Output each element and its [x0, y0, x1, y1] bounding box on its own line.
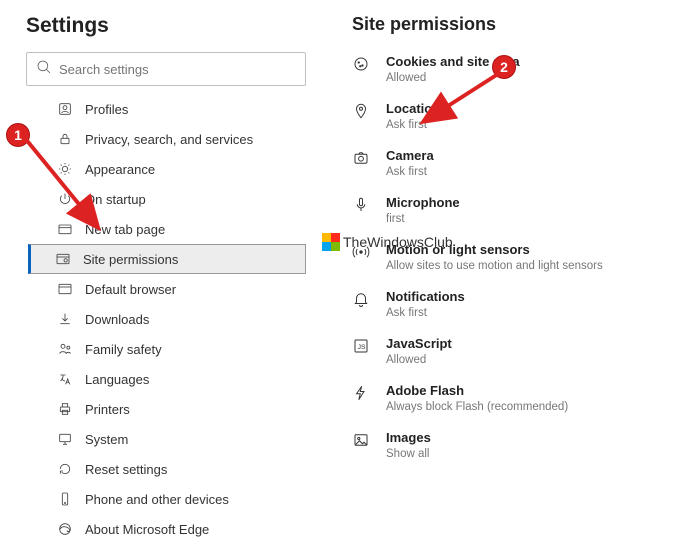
download-icon: [57, 311, 73, 327]
sidebar-item-label: New tab page: [85, 222, 165, 237]
browser-icon: [57, 281, 73, 297]
search-icon: [35, 58, 59, 81]
sidebar-item-label: Languages: [85, 372, 149, 387]
sidebar-item-label: Profiles: [85, 102, 128, 117]
cookie-icon: [352, 55, 370, 73]
annotation-badge-2: 2: [492, 55, 516, 79]
search-input[interactable]: [59, 62, 297, 77]
perm-location[interactable]: LocationAsk first: [352, 100, 688, 133]
edge-icon: [57, 521, 73, 537]
sidebar-item-label: About Microsoft Edge: [85, 522, 209, 537]
perm-sub: Ask first: [386, 306, 465, 321]
perm-sub: Always block Flash (recommended): [386, 400, 568, 415]
perm-sub: Ask first: [386, 165, 434, 180]
sidebar-item-label: Phone and other devices: [85, 492, 229, 507]
bell-icon: [352, 290, 370, 308]
perm-name: Microphone: [386, 194, 460, 211]
perm-name: Location: [386, 100, 440, 117]
printer-icon: [57, 401, 73, 417]
sidebar-item-downloads[interactable]: Downloads: [28, 304, 306, 334]
sidebar-item-new-tab-page[interactable]: New tab page: [28, 214, 306, 244]
sidebar-item-site-permissions[interactable]: Site permissions: [28, 244, 306, 274]
sidebar-item-about-edge[interactable]: About Microsoft Edge: [28, 514, 306, 544]
sidebar-item-phone-devices[interactable]: Phone and other devices: [28, 484, 306, 514]
sidebar-item-label: Family safety: [85, 342, 162, 357]
perm-images[interactable]: ImagesShow all: [352, 429, 688, 462]
perm-notifications[interactable]: NotificationsAsk first: [352, 288, 688, 321]
image-icon: [352, 431, 370, 449]
perm-name: Adobe Flash: [386, 382, 568, 399]
sidebar-item-label: Site permissions: [83, 252, 178, 267]
sidebar-item-family-safety[interactable]: Family safety: [28, 334, 306, 364]
perm-name: JavaScript: [386, 335, 452, 352]
sidebar-item-on-startup[interactable]: On startup: [28, 184, 306, 214]
perm-microphone[interactable]: Microphonefirst: [352, 194, 688, 227]
perm-sub: Allow sites to use motion and light sens…: [386, 259, 603, 274]
sidebar-item-label: Reset settings: [85, 462, 167, 477]
camera-icon: [352, 149, 370, 167]
flash-icon: [352, 384, 370, 402]
sidebar-item-printers[interactable]: Printers: [28, 394, 306, 424]
sidebar-item-label: Downloads: [85, 312, 149, 327]
sidebar-item-system[interactable]: System: [28, 424, 306, 454]
microphone-icon: [352, 196, 370, 214]
sidebar-item-label: On startup: [85, 192, 146, 207]
perm-sub: Allowed: [386, 353, 452, 368]
windows-flag-icon: [322, 233, 340, 251]
perm-name: Notifications: [386, 288, 465, 305]
annotation-badge-1: 1: [6, 123, 30, 147]
sidebar-item-label: System: [85, 432, 128, 447]
sidebar-item-label: Privacy, search, and services: [85, 132, 253, 147]
perm-sub: Ask first: [386, 118, 440, 133]
javascript-icon: JS: [352, 337, 370, 355]
sidebar-item-label: Printers: [85, 402, 130, 417]
lock-icon: [57, 131, 73, 147]
sidebar-item-default-browser[interactable]: Default browser: [28, 274, 306, 304]
sidebar-item-reset-settings[interactable]: Reset settings: [28, 454, 306, 484]
system-icon: [57, 431, 73, 447]
language-icon: [57, 371, 73, 387]
perm-adobe-flash[interactable]: Adobe FlashAlways block Flash (recommend…: [352, 382, 688, 415]
watermark: TheWindowsClub: [322, 233, 453, 251]
reset-icon: [57, 461, 73, 477]
sidebar-item-languages[interactable]: Languages: [28, 364, 306, 394]
power-icon: [57, 191, 73, 207]
phone-icon: [57, 491, 73, 507]
profile-icon: [57, 101, 73, 117]
tab-icon: [57, 221, 73, 237]
watermark-text: TheWindowsClub: [343, 234, 453, 250]
perm-name: Camera: [386, 147, 434, 164]
perm-name: Images: [386, 429, 431, 446]
family-icon: [57, 341, 73, 357]
appearance-icon: [57, 161, 73, 177]
perm-sub: Show all: [386, 447, 431, 462]
svg-text:JS: JS: [358, 344, 366, 351]
perm-sub: first: [386, 212, 460, 227]
sidebar-item-privacy[interactable]: Privacy, search, and services: [28, 124, 306, 154]
sidebar-item-label: Default browser: [85, 282, 176, 297]
settings-title: Settings: [26, 14, 306, 38]
sidebar-item-label: Appearance: [85, 162, 155, 177]
settings-sidebar: Settings Profiles Privacy, search, and s…: [26, 14, 306, 504]
perm-cookies[interactable]: Cookies and site dataAllowed: [352, 53, 688, 86]
perm-camera[interactable]: CameraAsk first: [352, 147, 688, 180]
site-permissions-panel: Site permissions Cookies and site dataAl…: [306, 14, 688, 504]
perm-javascript[interactable]: JS JavaScriptAllowed: [352, 335, 688, 368]
permissions-icon: [55, 251, 71, 267]
section-title: Site permissions: [352, 14, 688, 35]
location-icon: [352, 102, 370, 120]
sidebar-item-profiles[interactable]: Profiles: [28, 94, 306, 124]
sidebar-item-appearance[interactable]: Appearance: [28, 154, 306, 184]
search-settings-box[interactable]: [26, 52, 306, 86]
